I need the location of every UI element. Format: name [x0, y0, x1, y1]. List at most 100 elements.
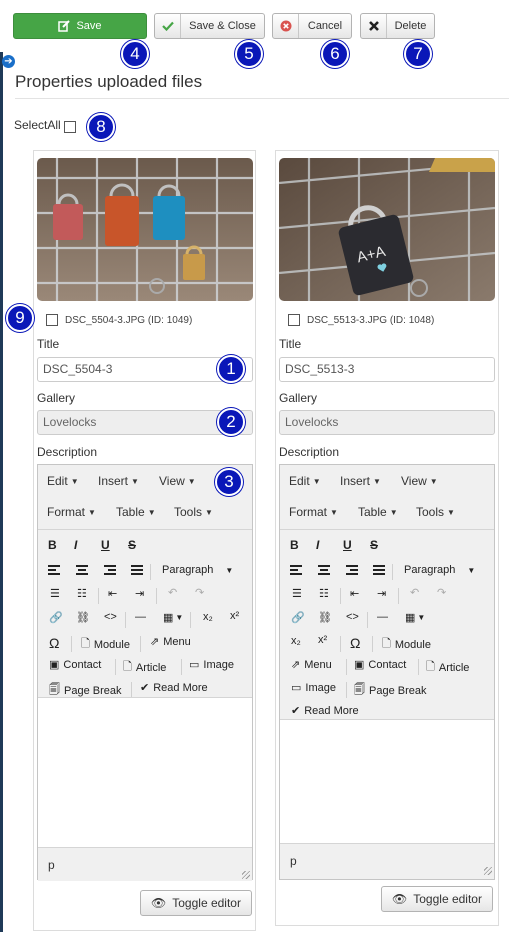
menu-format[interactable]: Format ▼ — [47, 505, 96, 519]
callout-badge-2: 2 — [217, 408, 245, 436]
align-center-icon[interactable] — [318, 563, 330, 577]
align-left-icon[interactable] — [48, 563, 60, 577]
horizontal-rule-icon[interactable]: — — [377, 611, 388, 623]
outdent-icon[interactable]: ⇤ — [108, 587, 117, 600]
menu-view[interactable]: View ▼ — [159, 474, 196, 488]
contact-button[interactable]: ▣ Contact — [49, 658, 101, 672]
indent-icon[interactable]: ⇥ — [377, 587, 386, 600]
superscript-icon[interactable]: x² — [230, 610, 239, 622]
image-button[interactable]: ▭ Image — [291, 681, 336, 695]
file-checkbox[interactable] — [288, 314, 300, 326]
menu-tools[interactable]: Tools ▼ — [416, 505, 455, 519]
file-select[interactable]: DSC_5513-3.JPG (ID: 1048) — [288, 314, 434, 326]
menu-insert[interactable]: Insert ▼ — [98, 474, 139, 488]
resize-handle[interactable] — [484, 867, 492, 875]
arrow-right-icon[interactable]: ➔ — [2, 55, 15, 68]
menu-table[interactable]: Table ▼ — [116, 505, 156, 519]
align-center-icon[interactable] — [76, 563, 88, 577]
image-button[interactable]: ▭ Image — [189, 658, 234, 672]
link-icon[interactable]: 🔗 — [291, 611, 305, 624]
eye-icon: 👁 — [151, 896, 167, 910]
select-all-checkbox[interactable] — [63, 121, 76, 133]
subscript-icon[interactable]: x₂ — [203, 611, 213, 623]
code-icon[interactable]: <> — [104, 611, 117, 623]
menu-edit[interactable]: Edit ▼ — [289, 474, 321, 488]
bold-button[interactable]: B — [290, 538, 299, 552]
subscript-icon[interactable]: x₂ — [291, 635, 301, 647]
contact-button[interactable]: ▣ Contact — [354, 658, 406, 672]
underline-button[interactable]: U — [343, 538, 352, 552]
table-icon[interactable]: ▦ ▼ — [405, 611, 425, 624]
undo-icon[interactable]: ↶ — [410, 586, 419, 599]
save-button[interactable]: Save — [13, 13, 147, 39]
bullet-list-icon[interactable]: ☰ — [50, 587, 60, 600]
menu-view[interactable]: View ▼ — [401, 474, 438, 488]
photo-thumbnail[interactable] — [37, 158, 253, 301]
format-select[interactable]: Paragraph ▼ — [162, 564, 233, 576]
table-icon[interactable]: ▦ ▼ — [163, 611, 183, 624]
strikethrough-button[interactable]: S — [370, 538, 378, 552]
toggle-editor-button[interactable]: 👁 Toggle editor — [381, 886, 493, 912]
file-checkbox[interactable] — [46, 314, 58, 326]
callout-badge-4: 4 — [121, 40, 149, 68]
menu-button[interactable]: ⇗ Menu — [291, 658, 332, 672]
undo-icon[interactable]: ↶ — [168, 586, 177, 599]
superscript-icon[interactable]: x² — [318, 634, 327, 646]
strikethrough-button[interactable]: S — [128, 538, 136, 552]
unlink-icon[interactable]: ⛓ — [318, 611, 332, 624]
callout-badge-7: 7 — [404, 40, 432, 68]
align-left-icon[interactable] — [290, 563, 302, 577]
link-icon[interactable]: 🔗 — [49, 611, 63, 624]
article-button[interactable]: 🗋 Article — [426, 658, 469, 677]
indent-icon[interactable]: ⇥ — [135, 587, 144, 600]
align-right-icon[interactable] — [104, 563, 116, 577]
align-right-icon[interactable] — [346, 563, 358, 577]
redo-icon[interactable]: ↷ — [195, 586, 204, 599]
bold-button[interactable]: B — [48, 538, 57, 552]
italic-button[interactable]: I — [316, 538, 319, 552]
title-input[interactable]: DSC_5513-3 — [279, 357, 495, 382]
select-all[interactable]: SelectAll — [14, 117, 76, 133]
file-select[interactable]: DSC_5504-3.JPG (ID: 1049) — [46, 314, 192, 326]
page-break-button[interactable]: 🗐 Page Break — [354, 681, 426, 700]
editor-statusbar: p — [280, 843, 494, 877]
redo-icon[interactable]: ↷ — [437, 586, 446, 599]
menu-tools[interactable]: Tools ▼ — [174, 505, 213, 519]
resize-handle[interactable] — [242, 871, 250, 879]
cancel-button[interactable]: Cancel — [272, 13, 352, 39]
save-close-button[interactable]: Save & Close — [154, 13, 265, 39]
format-select[interactable]: Paragraph ▼ — [404, 564, 475, 576]
editor-content-area[interactable] — [38, 697, 252, 847]
menu-button[interactable]: ⇗ Menu — [150, 635, 191, 649]
article-button[interactable]: 🗋 Article — [123, 658, 166, 677]
module-button[interactable]: 🗋 Module — [382, 635, 431, 654]
numbered-list-icon[interactable]: ☷ — [77, 587, 87, 600]
module-button[interactable]: 🗋 Module — [81, 635, 130, 654]
photo-thumbnail[interactable]: A+A — [279, 158, 495, 301]
special-char-icon[interactable]: Ω — [49, 635, 59, 651]
align-justify-icon[interactable] — [131, 563, 143, 577]
bullet-list-icon[interactable]: ☰ — [292, 587, 302, 600]
editor-content-area[interactable] — [280, 719, 494, 843]
menu-insert[interactable]: Insert ▼ — [340, 474, 381, 488]
file-card-2: A+A DSC_5513-3.JPG (ID: 1048) Title DSC_… — [275, 150, 499, 926]
horizontal-rule-icon[interactable]: — — [135, 611, 146, 623]
numbered-list-icon[interactable]: ☷ — [319, 587, 329, 600]
outdent-icon[interactable]: ⇤ — [350, 587, 359, 600]
menu-table[interactable]: Table ▼ — [358, 505, 398, 519]
rich-text-editor: Edit ▼ Insert ▼ View ▼ Format ▼ Table ▼ Tools… — [37, 464, 253, 881]
toggle-editor-button[interactable]: 👁 Toggle editor — [140, 890, 252, 916]
unlink-icon[interactable]: ⛓ — [76, 611, 90, 624]
delete-button[interactable]: Delete — [360, 13, 435, 39]
special-char-icon[interactable]: Ω — [350, 635, 360, 651]
code-icon[interactable]: <> — [346, 611, 359, 623]
read-more-button[interactable]: ✔ Read More — [140, 681, 208, 695]
eye-icon: 👁 — [392, 892, 408, 906]
underline-button[interactable]: U — [101, 538, 110, 552]
align-justify-icon[interactable] — [373, 563, 385, 577]
menu-edit[interactable]: Edit ▼ — [47, 474, 79, 488]
menu-format[interactable]: Format ▼ — [289, 505, 338, 519]
italic-button[interactable]: I — [74, 538, 77, 552]
select-all-label: SelectAll — [14, 118, 61, 132]
read-more-button[interactable]: ✔ Read More — [291, 704, 359, 718]
